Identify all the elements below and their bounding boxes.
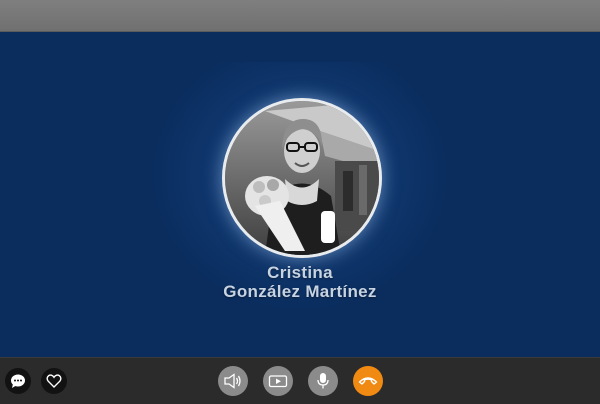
video-button[interactable] <box>263 366 293 396</box>
microphone-icon <box>317 373 329 389</box>
favorite-button[interactable] <box>41 368 67 394</box>
caller-photo <box>225 101 379 255</box>
call-stage: Cristina González Martínez <box>0 32 600 357</box>
heart-icon <box>46 374 62 388</box>
speaker-button[interactable] <box>218 366 248 396</box>
chat-button[interactable] <box>5 368 31 394</box>
microphone-button[interactable] <box>308 366 338 396</box>
caller-last-name: González Martínez <box>223 282 377 301</box>
call-controls-bar <box>0 357 600 404</box>
caller-first-name: Cristina <box>267 263 333 282</box>
hang-up-icon <box>358 377 378 385</box>
caller-avatar <box>222 98 382 258</box>
video-camera-icon <box>268 375 288 388</box>
top-bar <box>0 0 600 32</box>
speaker-icon <box>224 373 241 389</box>
hang-up-button[interactable] <box>353 366 383 396</box>
chat-icon <box>11 374 25 388</box>
